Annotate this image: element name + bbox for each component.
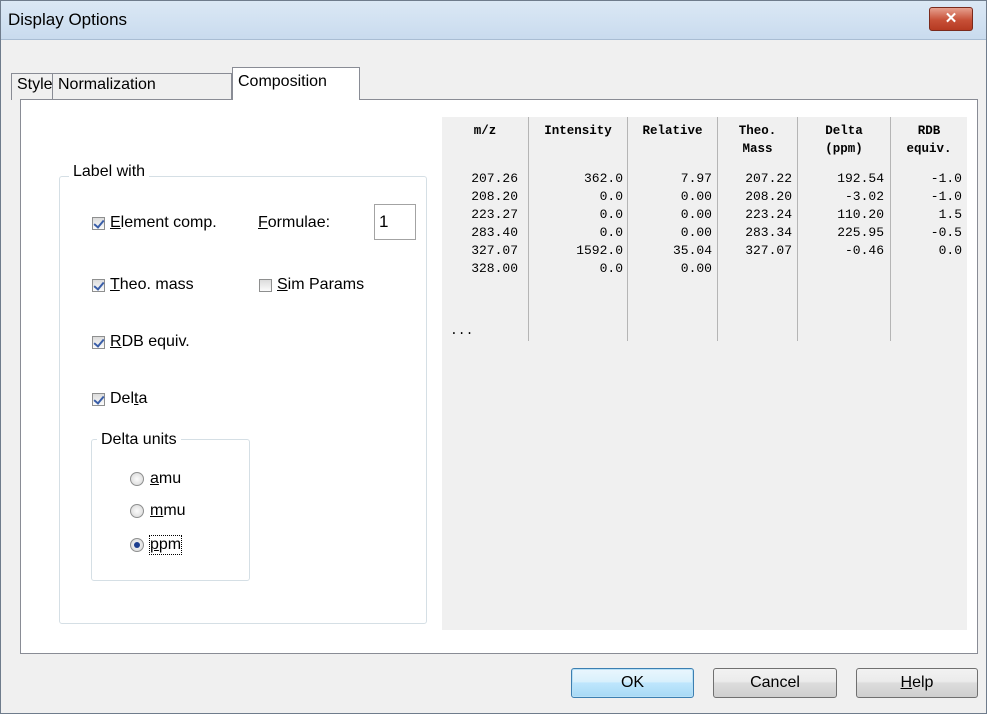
close-icon: ✕ <box>944 10 958 27</box>
header-rdb-equiv: RDB equiv. <box>906 124 952 156</box>
header-theo-mass: Theo. Mass <box>738 124 777 156</box>
table-cell: 1592.0 <box>576 243 623 258</box>
table-cell: 0.00 <box>680 189 712 204</box>
ok-button[interactable]: OK <box>571 668 694 698</box>
amu-label: amu <box>150 470 182 487</box>
table-cell: 0.0 <box>599 207 623 222</box>
table-cell: 0.0 <box>599 225 623 240</box>
table-cell: -0.5 <box>930 225 962 240</box>
header-mz: m/z <box>473 124 497 138</box>
close-button[interactable]: ✕ <box>929 7 973 31</box>
table-cell: 223.24 <box>745 207 792 222</box>
header-intensity: Intensity <box>544 124 612 138</box>
table-cell: 207.22 <box>745 171 792 186</box>
header-delta: Delta (ppm) <box>825 124 863 156</box>
tab-composition[interactable]: Composition <box>232 67 360 100</box>
formulae-input[interactable]: 1 <box>374 204 416 240</box>
table-cell: 223.27 <box>471 207 518 222</box>
display-options-dialog: Display Options ✕ Style Normalization Co… <box>0 0 987 714</box>
table-cell: 0.0 <box>599 261 623 276</box>
delta-units-title: Delta units <box>97 431 181 449</box>
checkbox-checked-icon <box>92 335 105 349</box>
checkbox-checked-icon <box>92 392 105 406</box>
checkbox-unchecked-icon <box>259 278 272 292</box>
theo-mass-label: Theo. mass <box>110 276 194 293</box>
delta-unit-amu-radio[interactable]: amu <box>130 470 181 488</box>
delta-checkbox[interactable]: Delta <box>92 390 147 408</box>
sim-params-label: Sim Params <box>277 276 365 293</box>
radio-unselected-icon <box>130 504 144 518</box>
table-cell: 192.54 <box>837 171 884 186</box>
table-cell: 0.00 <box>680 261 712 276</box>
delta-unit-mmu-radio[interactable]: mmu <box>130 502 186 520</box>
tab-style[interactable]: Style <box>11 73 54 100</box>
table-cell: 208.20 <box>745 189 792 204</box>
sim-params-checkbox[interactable]: Sim Params <box>259 276 364 294</box>
table-cell: 362.0 <box>583 171 623 186</box>
mmu-label: mmu <box>150 502 186 519</box>
checkbox-checked-icon <box>92 278 105 292</box>
composition-panel: Label with Element comp. Formulae: 1 The… <box>20 99 978 654</box>
table-cell: 283.34 <box>745 225 792 240</box>
table-cell: 328.00 <box>471 261 518 276</box>
rdb-equiv-label: RDB equiv. <box>110 333 190 350</box>
table-cell: 327.07 <box>471 243 518 258</box>
table-cell: -1.0 <box>930 189 962 204</box>
table-cell: -0.46 <box>844 243 884 258</box>
radio-selected-icon <box>130 538 144 552</box>
table-cell: -3.02 <box>844 189 884 204</box>
element-comp-checkbox[interactable]: Element comp. <box>92 214 217 232</box>
table-cell: 207.26 <box>471 171 518 186</box>
tab-normalization[interactable]: Normalization <box>52 73 232 100</box>
table-cell: 0.0 <box>938 243 962 258</box>
theo-mass-checkbox[interactable]: Theo. mass <box>92 276 194 294</box>
delta-label: Delta <box>110 390 148 407</box>
cancel-button[interactable]: Cancel <box>713 668 837 698</box>
table-cell: 35.04 <box>672 243 712 258</box>
table-cell: 225.95 <box>837 225 884 240</box>
table-cell: 0.0 <box>599 189 623 204</box>
table-cell: 7.97 <box>680 171 712 186</box>
ppm-label: ppm <box>148 535 183 555</box>
delta-unit-ppm-radio[interactable]: ppm <box>130 535 183 555</box>
checkbox-checked-icon <box>92 216 105 230</box>
formulae-label: Formulae: <box>258 214 331 231</box>
dialog-title: Display Options <box>8 10 128 29</box>
table-cell: 0.00 <box>680 225 712 240</box>
label-with-title: Label with <box>69 163 150 181</box>
radio-unselected-icon <box>130 472 144 486</box>
rdb-equiv-checkbox[interactable]: RDB equiv. <box>92 333 190 351</box>
table-ellipsis: ... <box>450 323 474 338</box>
table-cell: 0.00 <box>680 207 712 222</box>
help-button[interactable]: Help <box>856 668 978 698</box>
composition-table: m/z Intensity Relative Theo. Mass Delta (p… <box>442 117 967 630</box>
table-cell: 1.5 <box>938 207 962 222</box>
table-cell: 110.20 <box>837 207 884 222</box>
table-cell: 283.40 <box>471 225 518 240</box>
element-comp-label: Element comp. <box>110 214 217 231</box>
table-cell: 208.20 <box>471 189 518 204</box>
table-cell: 327.07 <box>745 243 792 258</box>
table-cell: -1.0 <box>930 171 962 186</box>
header-relative: Relative <box>642 124 703 138</box>
title-bar: Display Options ✕ <box>1 1 986 40</box>
